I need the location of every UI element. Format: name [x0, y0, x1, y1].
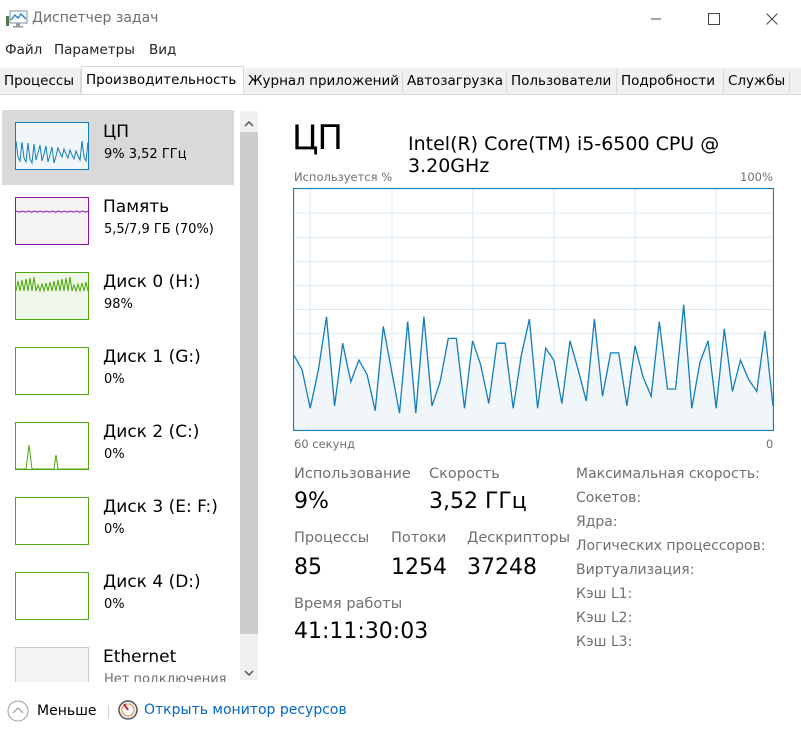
- sidebar-item[interactable]: Память 5,5/7,9 ГБ (70%): [2, 185, 234, 260]
- sidebar-thumbnail-graph: [15, 197, 89, 245]
- graph-x-right-label: 0: [766, 437, 774, 451]
- sidebar-thumbnail-graph: [15, 647, 89, 682]
- cpu-spec-label: Кэш L3:: [576, 634, 633, 650]
- tab-strip: Процессы Производительность Журнал прило…: [0, 66, 801, 95]
- threads-value: 1254: [391, 555, 447, 580]
- scroll-up-button[interactable]: [240, 113, 258, 129]
- tab-processes[interactable]: Процессы: [0, 70, 81, 93]
- close-icon: [766, 13, 778, 25]
- window-title: Диспетчер задач: [32, 10, 159, 26]
- footer-divider: [108, 705, 109, 719]
- sidebar-item[interactable]: Диск 2 (C:) 0%: [2, 410, 234, 485]
- footer: Меньше Открыть монитор ресурсов: [0, 692, 801, 732]
- sidebar-item-subtitle: 0%: [104, 597, 125, 612]
- open-resource-monitor-label: Открыть монитор ресурсов: [144, 702, 347, 718]
- sidebar-item-title: Диск 4 (D:): [103, 572, 201, 592]
- sidebar-thumbnail-graph: [15, 422, 89, 470]
- minimize-button[interactable]: [633, 0, 679, 38]
- sidebar-item[interactable]: Диск 0 (H:) 98%: [2, 260, 234, 335]
- page-title: ЦП: [292, 118, 343, 158]
- uptime-label: Время работы: [294, 596, 403, 612]
- sidebar-item[interactable]: Ethernet Нет подключения: [2, 635, 234, 682]
- maximize-icon: [708, 13, 720, 25]
- sidebar-item[interactable]: ЦП 9% 3,52 ГГц: [2, 110, 234, 185]
- sidebar-item-subtitle: 0%: [104, 372, 125, 387]
- resource-sidebar: ЦП 9% 3,52 ГГц Память 5,5/7,9 ГБ (70%) Диск …: [0, 108, 240, 682]
- sidebar-item-title: Диск 0 (H:): [103, 272, 201, 292]
- sidebar-thumbnail-graph: [15, 572, 89, 620]
- sidebar-thumbnail-graph: [15, 497, 89, 545]
- graph-y-max-label: 100%: [740, 170, 773, 184]
- sidebar-item-title: Ethernet: [103, 647, 177, 667]
- graph-y-label: Используется %: [294, 170, 393, 184]
- sidebar-item-title: Диск 1 (G:): [103, 347, 201, 367]
- sidebar-scroll-thumb[interactable]: [240, 132, 258, 634]
- graph-x-left-label: 60 секунд: [294, 437, 355, 451]
- tab-details[interactable]: Подробности: [617, 70, 724, 93]
- tab-app-history[interactable]: Журнал приложений: [244, 70, 403, 93]
- cpu-spec-label: Кэш L1:: [576, 586, 633, 602]
- sidebar-item-subtitle: 0%: [104, 447, 125, 462]
- sidebar-item-subtitle: 5,5/7,9 ГБ (70%): [104, 222, 214, 237]
- cpu-usage-graph: [293, 188, 774, 431]
- open-resource-monitor-link[interactable]: Открыть монитор ресурсов: [118, 700, 347, 720]
- fewer-details-label: Меньше: [37, 703, 97, 719]
- title-bar: Диспетчер задач: [0, 0, 801, 38]
- chevron-up-icon: [244, 120, 254, 127]
- scroll-down-button[interactable]: [240, 662, 258, 678]
- cpu-spec-label: Виртуализация:: [576, 562, 695, 578]
- cpu-spec-label: Логических процессоров:: [576, 538, 766, 554]
- processes-label: Процессы: [294, 530, 370, 546]
- processes-value: 85: [294, 555, 322, 580]
- sidebar-item-subtitle: 98%: [104, 297, 133, 312]
- tab-users[interactable]: Пользователи: [507, 70, 617, 93]
- resource-monitor-icon: [118, 700, 138, 720]
- sidebar-item-title: Диск 3 (E: F:): [103, 497, 218, 517]
- sidebar-item-subtitle: 0%: [104, 522, 125, 537]
- menu-view[interactable]: Вид: [149, 42, 176, 58]
- sidebar-item-title: Память: [103, 197, 170, 217]
- cpu-spec-label: Сокетов:: [576, 490, 642, 506]
- sidebar-item-subtitle: Нет подключения: [104, 672, 227, 682]
- chevron-down-icon: [244, 670, 254, 677]
- sidebar-item[interactable]: Диск 4 (D:) 0%: [2, 560, 234, 635]
- cpu-spec-label: Максимальная скорость:: [576, 466, 760, 482]
- tab-services[interactable]: Службы: [724, 70, 790, 93]
- close-button[interactable]: [749, 0, 795, 38]
- fewer-details-button[interactable]: Меньше: [7, 700, 97, 722]
- tab-performance[interactable]: Производительность: [81, 66, 244, 94]
- sidebar-item[interactable]: Диск 3 (E: F:) 0%: [2, 485, 234, 560]
- sidebar-thumbnail-graph: [15, 347, 89, 395]
- sidebar-item[interactable]: Диск 1 (G:) 0%: [2, 335, 234, 410]
- sidebar-thumbnail-graph: [15, 122, 89, 170]
- cpu-spec-label: Кэш L2:: [576, 610, 633, 626]
- speed-value: 3,52 ГГц: [429, 489, 527, 514]
- speed-label: Скорость: [429, 466, 500, 482]
- sidebar-item-subtitle: 9% 3,52 ГГц: [104, 147, 187, 162]
- handles-value: 37248: [467, 555, 537, 580]
- menu-bar: Файл Параметры Вид: [0, 38, 801, 62]
- sidebar-item-title: ЦП: [103, 122, 129, 142]
- usage-value: 9%: [294, 489, 329, 514]
- sidebar-item-title: Диск 2 (C:): [103, 422, 200, 442]
- cpu-spec-label: Ядра:: [576, 514, 618, 530]
- sidebar-thumbnail-graph: [15, 272, 89, 320]
- chevron-up-circle-icon: [7, 700, 29, 722]
- handles-label: Дескрипторы: [467, 530, 571, 546]
- menu-file[interactable]: Файл: [5, 42, 42, 58]
- menu-options[interactable]: Параметры: [54, 42, 135, 58]
- minimize-icon: [651, 18, 661, 20]
- uptime-value: 41:11:30:03: [294, 619, 429, 644]
- task-manager-icon: [6, 10, 28, 28]
- usage-label: Использование: [294, 466, 411, 482]
- maximize-button[interactable]: [691, 0, 737, 38]
- tab-startup[interactable]: Автозагрузка: [403, 70, 507, 93]
- threads-label: Потоки: [391, 530, 447, 546]
